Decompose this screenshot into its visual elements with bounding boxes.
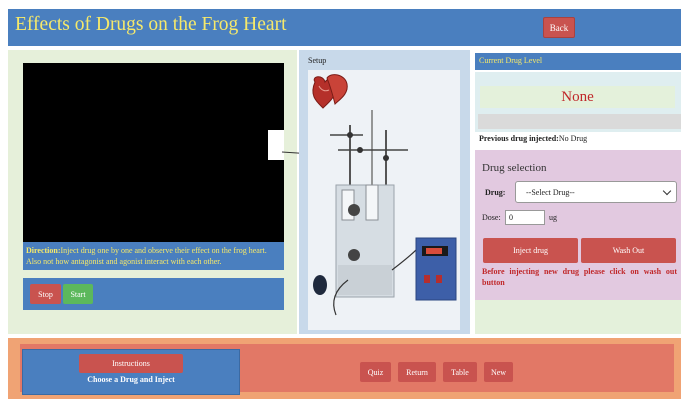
- start-button[interactable]: Start: [63, 284, 93, 304]
- direction-text: Direction:Inject drug one by one and obs…: [23, 242, 284, 270]
- heart-recording-screen: [23, 63, 284, 242]
- drug-level-strip: [478, 114, 681, 129]
- drug-select[interactable]: --Select Drug--: [515, 181, 677, 203]
- direction-body: Inject drug one by one and observe their…: [26, 246, 267, 266]
- instructions-button[interactable]: Instructions: [79, 354, 183, 373]
- instructions-text: Choose a Drug and Inject: [87, 375, 175, 384]
- simulation-controls: Stop Start: [23, 278, 284, 310]
- dose-input[interactable]: 0: [505, 210, 545, 225]
- previous-drug-label: Previous drug injected:: [479, 134, 559, 143]
- wash-out-button[interactable]: Wash Out: [581, 238, 676, 263]
- page-title: Effects of Drugs on the Frog Heart: [15, 14, 287, 35]
- chevron-down-icon: [662, 186, 672, 196]
- drug-select-value: --Select Drug--: [526, 188, 575, 197]
- stop-button[interactable]: Stop: [30, 284, 61, 304]
- drug-label: Drug:: [485, 188, 506, 197]
- wash-out-warning: Before injecting new drug please click o…: [482, 267, 677, 287]
- dose-unit: ug: [549, 213, 557, 222]
- dose-label: Dose:: [482, 213, 501, 222]
- setup-label: Setup: [308, 56, 327, 65]
- header-bar: Effects of Drugs on the Frog Heart Back: [8, 9, 681, 46]
- previous-drug-value: No Drug: [558, 134, 588, 143]
- direction-label: Direction:: [26, 246, 61, 255]
- drug-level-header: Current Drug Level: [475, 53, 681, 70]
- return-button[interactable]: Return: [398, 362, 436, 382]
- right-panel-footer: [475, 300, 681, 334]
- previous-drug: Previous drug injected:No Drug: [479, 134, 587, 143]
- new-button[interactable]: New: [484, 362, 513, 382]
- quiz-button[interactable]: Quiz: [360, 362, 391, 382]
- back-button[interactable]: Back: [543, 17, 575, 38]
- inject-drug-button[interactable]: Inject drug: [483, 238, 578, 263]
- drug-level-value: None: [480, 86, 675, 108]
- table-button[interactable]: Table: [443, 362, 477, 382]
- drug-selection-panel: Drug selection Drug: --Select Drug-- Dos…: [475, 150, 681, 300]
- heart-icon: [312, 74, 348, 109]
- drug-selection-heading: Drug selection: [482, 162, 547, 174]
- instructions-box: Instructions Choose a Drug and Inject: [22, 349, 240, 395]
